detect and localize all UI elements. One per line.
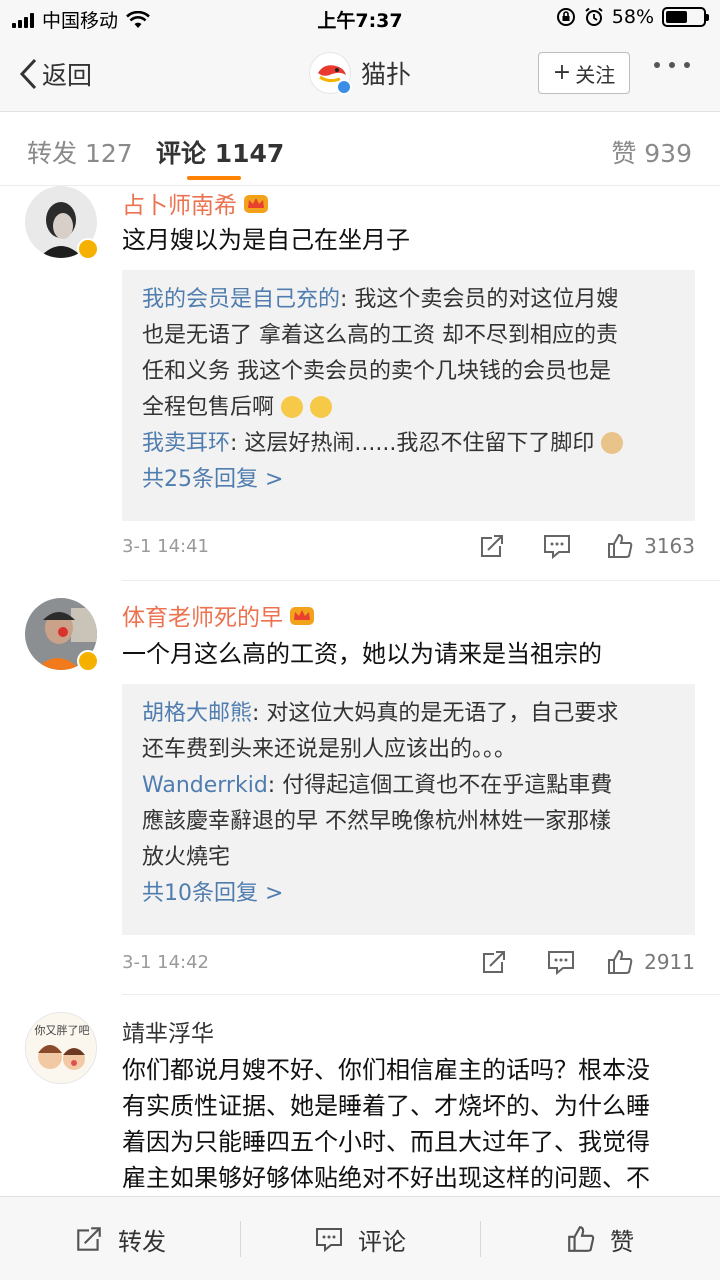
doge-emoji-icon (601, 432, 624, 454)
comment-label: 评论 (358, 1227, 406, 1256)
comment-text: 一个月这么高的工资，她以为请来是当祖宗的 (122, 640, 602, 668)
nav-title: 猫扑 (360, 60, 411, 89)
nav-bar: 返回 猫扑 + 关注 (0, 36, 720, 112)
comment-icon[interactable] (546, 948, 576, 976)
tab-repost[interactable]: 转发 127 (27, 134, 133, 170)
tab-comment[interactable]: 评论 1147 (156, 134, 284, 170)
reply-item: 我卖耳环: 这层好热闹......我忍不住留下了脚印 (142, 426, 675, 462)
bottom-action-bar: 转发 评论 赞 (0, 1196, 720, 1280)
repost-button[interactable]: 转发 (0, 1197, 240, 1280)
share-icon[interactable] (480, 948, 508, 976)
more-replies-link[interactable]: 共10条回复 > (142, 876, 675, 912)
like-button[interactable]: 赞 (480, 1197, 720, 1280)
reply-username[interactable]: 胡格大邮熊 (142, 701, 252, 726)
crown-icon (290, 607, 314, 625)
like-button[interactable]: 3163 (606, 532, 695, 560)
verified-icon (335, 79, 352, 95)
reply-item: Wanderrkid: 付得起這個工資也不在乎這點車費 應該慶幸辭退的早 不然早… (142, 773, 613, 870)
thumbs-up-icon (608, 949, 633, 974)
comment-time: 3-1 14:42 (122, 952, 209, 973)
more-replies-link[interactable]: 共25条回复 > (142, 462, 675, 498)
avatar[interactable]: 你又胖了吧 (25, 1012, 97, 1084)
thumbs-up-icon (568, 1226, 595, 1252)
follow-label: 关注 (575, 62, 616, 87)
comment-text: 这月嫂以为是自己在坐月子 (122, 226, 410, 254)
reply-username[interactable]: 我的会员是自己充的 (142, 287, 340, 312)
reply-item: 胡格大邮熊: 对这位大妈真的是无语了，自己要求 还车费到头来还说是别人应该出的。… (142, 701, 619, 762)
comment-meta: 3-1 14:41 3163 (122, 532, 695, 568)
orientation-lock-icon (556, 8, 575, 26)
emoji-icon (310, 396, 333, 418)
like-button[interactable]: 2911 (606, 948, 695, 976)
tab-like[interactable]: 赞 939 (611, 134, 692, 170)
vip-badge-icon (77, 238, 99, 260)
reply-username[interactable]: 我卖耳环 (142, 431, 230, 456)
account-logo-icon (308, 52, 352, 95)
comment-username[interactable]: 靖芈浮华 (122, 1014, 214, 1048)
thumbs-up-icon (608, 533, 633, 558)
comment-icon (316, 1228, 342, 1253)
status-right: 58% (556, 6, 709, 28)
comment-meta: 3-1 14:42 2911 (122, 948, 695, 984)
crown-icon (244, 195, 268, 213)
share-icon (77, 1227, 101, 1251)
reply-item: 我的会员是自己充的: 我这个卖会员的对这位月嫂 也是无语了 拿着这么高的工资 却… (142, 287, 619, 420)
more-icon[interactable] (654, 62, 690, 68)
divider (122, 580, 720, 581)
comment-time: 3-1 14:41 (122, 536, 209, 557)
like-label: 赞 (610, 1227, 634, 1256)
share-icon[interactable] (478, 532, 506, 560)
tab-bar: 转发 127 评论 1147 赞 939 (0, 112, 720, 186)
battery-icon (662, 7, 709, 27)
reply-box[interactable]: 胡格大邮熊: 对这位大妈真的是无语了，自己要求 还车费到头来还说是别人应该出的。… (122, 684, 695, 935)
avatar-caption: 你又胖了吧 (34, 1024, 90, 1037)
comment-username[interactable]: 体育老师死的早 (122, 598, 315, 632)
emoji-icon (281, 396, 304, 418)
battery-fill (666, 11, 687, 23)
divider (122, 994, 720, 995)
battery-percent: 58% (611, 6, 654, 28)
tab-active-indicator (187, 176, 241, 180)
like-count: 2911 (644, 950, 695, 974)
status-bar: 中国移动 上午7:37 58% (0, 0, 720, 36)
like-count: 3163 (644, 534, 695, 558)
reply-box[interactable]: 我的会员是自己充的: 我这个卖会员的对这位月嫂 也是无语了 拿着这么高的工资 却… (122, 270, 695, 521)
comment-icon[interactable] (542, 532, 572, 560)
plus-icon: + (552, 60, 572, 85)
reply-username[interactable]: Wanderrkid (142, 773, 268, 798)
alarm-icon (585, 7, 603, 26)
follow-button[interactable]: + 关注 (538, 52, 630, 94)
vip-badge-icon (77, 650, 99, 672)
comment-button[interactable]: 评论 (240, 1197, 480, 1280)
repost-label: 转发 (118, 1227, 166, 1256)
comment-username[interactable]: 占卜师南希 (122, 186, 269, 220)
comment-text: 你们都说月嫂不好、你们相信雇主的话吗？根本没 有实质性证据、她是睡着了、才烧坏的… (122, 1056, 650, 1192)
